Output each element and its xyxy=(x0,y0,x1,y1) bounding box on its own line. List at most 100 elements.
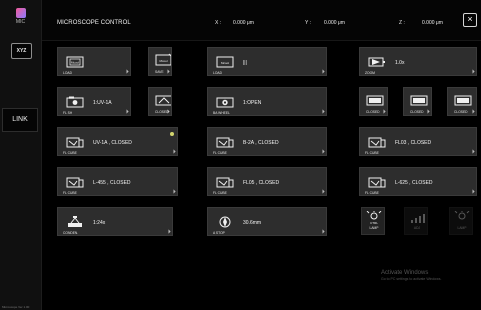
lamp-icon-svg: CTRL xyxy=(366,211,382,225)
save-document-icon-svg: Mcool xyxy=(155,53,171,66)
load-document-icon-svg: Mcool xyxy=(216,56,233,68)
page-title: MICROSCOPE CONTROL xyxy=(57,20,131,26)
fl-cube-4-label: FL CUBE xyxy=(63,191,77,195)
zoom-icon-svg xyxy=(368,57,385,67)
control-panel-grid: Mcool LOAD Mcool SAVE Mcool LOAD ||| ZOO… xyxy=(42,41,481,310)
zoom-label: ZOOM xyxy=(365,71,375,75)
svg-text:Mcool: Mcool xyxy=(159,59,167,63)
fl-shutter-tile[interactable]: FL SH 1:UV-1A xyxy=(57,87,131,116)
fl-cube-6-tile[interactable]: FL CUBE L-625 , CLOSED xyxy=(359,167,477,196)
cube-icon xyxy=(365,174,388,190)
fl-cube-4-value: L-455 , CLOSED xyxy=(93,180,131,186)
x-coordinate-value: 0.000 μm xyxy=(233,20,254,26)
watermark-subtitle: Go to PC settings to activate Windows. xyxy=(381,277,442,281)
condenser-value: 1:24x xyxy=(93,220,106,226)
cube-icon xyxy=(365,134,388,150)
fl-cube-3-tile[interactable]: FL CUBE FL03 , CLOSED xyxy=(359,127,477,156)
cube-icon xyxy=(63,174,86,190)
aperture-icon xyxy=(213,214,236,230)
cube-icon-svg xyxy=(216,137,233,148)
y-coordinate-label: Y : xyxy=(305,20,312,26)
a-stop-label: A STOP xyxy=(213,231,225,235)
fl-closed-label: CLOSED xyxy=(155,110,169,114)
mic-label: MIC xyxy=(15,19,26,25)
microscope-logo-icon xyxy=(15,8,26,18)
camera-wheel-icon xyxy=(213,94,236,110)
closed-2-label: CLOSED xyxy=(410,110,424,114)
fl-cube-6-value: L-625 , CLOSED xyxy=(395,180,433,186)
condenser-tile[interactable]: CONDEN. 1:24x xyxy=(57,207,173,236)
load-right-value: ||| xyxy=(243,60,247,66)
camera-icon xyxy=(63,94,86,110)
xyz-button[interactable]: XYZ xyxy=(11,43,32,59)
mic-app-button[interactable]: MIC xyxy=(5,8,36,31)
fl-cube-5-label: FL CUBE xyxy=(213,191,227,195)
fl-cube-4-tile[interactable]: FL CUBE L-455 , CLOSED xyxy=(57,167,178,196)
lamp-label: LAMP xyxy=(369,226,379,230)
camera-wheel-icon-svg xyxy=(216,97,233,108)
adjust-tile[interactable]: ADJ xyxy=(404,207,428,235)
closed-3-label: CLOSED xyxy=(454,110,468,114)
fl-cube-3-label: FL CUBE xyxy=(365,151,379,155)
y-coordinate-value: 0.000 μm xyxy=(324,20,345,26)
cube-icon-svg xyxy=(216,177,233,188)
shutter-icon-svg xyxy=(155,95,171,106)
cube-icon-svg xyxy=(66,137,83,148)
closed-3-tile[interactable]: CLOSED xyxy=(447,87,477,116)
document-icon: Mcool xyxy=(63,54,86,70)
lamp-dim-tile[interactable]: LAMP xyxy=(449,207,473,235)
ba-wheel-label: BA WHEEL xyxy=(213,111,230,115)
cube-icon-svg xyxy=(66,177,83,188)
z-coordinate-value: 0.000 μm xyxy=(422,20,443,26)
cube-icon xyxy=(213,174,236,190)
load-right-label: LOAD xyxy=(213,71,222,75)
load-right-tile[interactable]: Mcool LOAD ||| xyxy=(207,47,327,76)
close-button[interactable]: × xyxy=(463,13,477,27)
condenser-icon-svg xyxy=(67,216,82,227)
adjust-label: ADJ xyxy=(413,226,421,230)
load-left-tile[interactable]: Mcool LOAD xyxy=(57,47,131,76)
svg-text:CTRL: CTRL xyxy=(370,221,378,225)
z-coordinate-label: Z : xyxy=(399,20,405,26)
shutter-icon-svg xyxy=(454,95,472,106)
save-document-icon: Mcool xyxy=(152,53,171,67)
shutter-icon xyxy=(451,93,475,107)
load-document-icon: Mcool xyxy=(213,54,236,70)
fl-cube-2-value: B-2A , CLOSED xyxy=(243,140,279,146)
top-bar: MICROSCOPE CONTROL X : 0.000 μm Y : 0.00… xyxy=(42,0,481,41)
adjust-icon-svg xyxy=(411,214,425,223)
closed-1-tile[interactable]: CLOSED xyxy=(359,87,388,116)
fl-cube-1-value: UV-1A , CLOSED xyxy=(93,140,132,146)
fl-shutter-value: 1:UV-1A xyxy=(93,100,112,106)
lamp-dim-label: LAMP xyxy=(457,226,467,230)
camera-icon-svg xyxy=(66,96,83,108)
ba-wheel-tile[interactable]: BA WHEEL 1:OPEN xyxy=(207,87,327,116)
zoom-tile[interactable]: ZOOM 1.0x xyxy=(359,47,477,76)
lamp-tile[interactable]: CTRL LAMP xyxy=(361,207,385,235)
save-tile[interactable]: Mcool SAVE xyxy=(148,47,172,76)
a-stop-tile[interactable]: A STOP 30.6mm xyxy=(207,207,327,236)
fl-cube-2-label: FL CUBE xyxy=(213,151,227,155)
lamp-dim-icon-svg xyxy=(454,211,470,220)
fl-cube-5-tile[interactable]: FL CUBE FL05 , CLOSED xyxy=(207,167,327,196)
fl-cube-2-tile[interactable]: FL CUBE B-2A , CLOSED xyxy=(207,127,327,156)
cube-icon-svg xyxy=(368,177,385,188)
adjust-icon xyxy=(407,211,427,225)
shutter-icon xyxy=(152,93,171,107)
fl-closed-tile[interactable]: CLOSED xyxy=(148,87,172,116)
fl-cube-1-label: FL CUBE xyxy=(63,151,77,155)
closed-2-tile[interactable]: CLOSED xyxy=(403,87,432,116)
zoom-value: 1.0x xyxy=(395,60,405,66)
a-stop-value: 30.6mm xyxy=(243,220,262,226)
cube-icon xyxy=(213,134,236,150)
condenser-label: CONDEN. xyxy=(63,231,79,235)
fl-cube-1-tile[interactable]: FL CUBE UV-1A , CLOSED xyxy=(57,127,178,156)
microscope-control-window: MIC XYZ LINK Microscope Ver 1.00 MICROSC… xyxy=(0,0,481,310)
cube-icon xyxy=(63,134,86,150)
link-button[interactable]: LINK xyxy=(2,108,38,132)
shutter-icon xyxy=(363,93,387,107)
active-status-dot xyxy=(170,132,174,136)
save-label: SAVE xyxy=(155,70,164,74)
condenser-icon xyxy=(63,214,86,230)
shutter-icon xyxy=(407,93,431,107)
